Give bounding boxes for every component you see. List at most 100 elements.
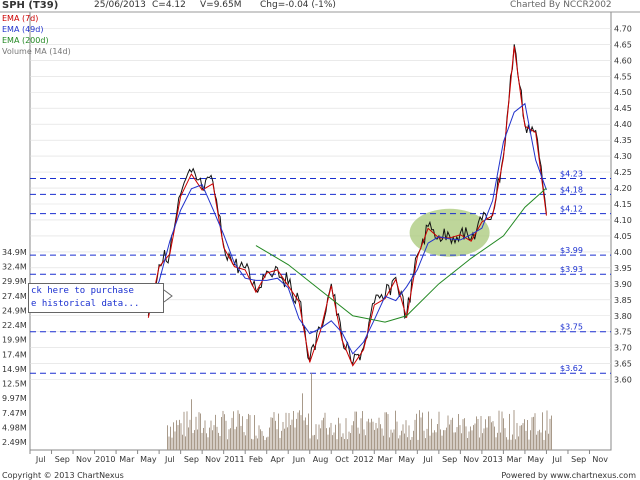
price-tick-label: 4.25: [614, 168, 632, 177]
volume-bar: [546, 410, 548, 450]
volume-bar: [423, 430, 425, 450]
volume-bar: [267, 436, 269, 450]
volume-bar: [221, 417, 222, 450]
chart-window: 4.70 4.65 4.60 4.55 4.50 4.45 4.40 4.35 4.30 4.25…: [0, 0, 640, 480]
volume-bar: [230, 428, 231, 450]
volume-bar: [390, 429, 392, 450]
x-tick-label: Feb: [249, 455, 263, 464]
volume-bar: [374, 429, 375, 450]
volume-bar: [329, 427, 330, 450]
purchase-link-line2: e historical data...: [31, 299, 140, 309]
volume-bar: [425, 438, 426, 450]
price-tick-label: 4.15: [614, 200, 632, 209]
volume-bar: [465, 426, 467, 450]
volume-bar: [339, 423, 341, 450]
volume-bar: [536, 434, 537, 450]
price-tick-label: 3.85: [614, 296, 632, 305]
volume-tick-label: 22.4M: [2, 321, 27, 330]
price-tick-label: 3.70: [614, 344, 632, 353]
volume-bar: [516, 423, 518, 450]
volume-bar: [447, 415, 449, 450]
volume-bar: [459, 425, 461, 450]
volume-bar: [282, 421, 284, 450]
volume-tick-label: 12.5M: [2, 380, 27, 389]
volume-bar: [216, 426, 218, 450]
volume-bar: [327, 434, 329, 450]
volume-bar: [177, 425, 179, 450]
volume-bar: [486, 427, 488, 450]
volume-bar: [194, 430, 195, 450]
volume-bar: [543, 439, 545, 450]
volume-bar: [438, 411, 440, 450]
volume-bar: [332, 435, 333, 450]
volume-bar: [387, 414, 389, 450]
volume-bar: [258, 425, 260, 450]
volume-bar: [540, 432, 542, 450]
x-tick-label: Sep: [442, 455, 457, 464]
volume-bar: [512, 434, 513, 450]
volume-bar: [393, 429, 395, 450]
volume-bar: [354, 411, 356, 450]
volume-bar: [300, 415, 302, 450]
price-tick-label: 4.05: [614, 232, 632, 241]
volume-bar: [434, 430, 435, 450]
volume-bar: [474, 423, 476, 450]
volume-bar: [222, 410, 224, 450]
volume-bar: [545, 430, 546, 450]
volume-bar: [212, 430, 213, 450]
volume-bar: [369, 422, 371, 450]
volume-bar: [548, 433, 549, 450]
x-tick-label: Nov: [463, 455, 479, 464]
volume-bar: [276, 429, 278, 450]
volume-bar: [464, 418, 465, 450]
support-label: $3.75: [560, 323, 583, 332]
volume-bar: [422, 412, 423, 450]
volume-tick-label: 9.97M: [2, 394, 27, 403]
volume-bar: [321, 420, 323, 450]
volume-bar: [353, 421, 354, 450]
legend-ema-7: EMA (7d): [2, 14, 39, 23]
volume-bar: [183, 411, 185, 450]
price-tick-label: 4.50: [614, 88, 632, 97]
volume-bar: [504, 428, 506, 450]
x-tick-label: Apr: [271, 455, 286, 464]
volume-bar: [308, 413, 309, 450]
volume-bar: [381, 428, 383, 450]
volume-bar: [357, 427, 359, 450]
volume-bar: [173, 422, 174, 450]
volume-bar: [360, 418, 362, 450]
volume-bar: [191, 399, 192, 450]
volume-bar: [297, 412, 299, 450]
volume-bar: [200, 413, 201, 450]
volume-bar: [524, 419, 525, 450]
volume-bar: [242, 416, 243, 450]
volume-bar: [501, 411, 503, 450]
volume-bar: [263, 435, 264, 450]
volume-bar: [270, 417, 272, 450]
volume-bar: [168, 436, 170, 450]
volume-bar: [416, 413, 417, 450]
volume-bar: [170, 426, 171, 450]
volume-bar: [518, 436, 519, 450]
volume-bar: [324, 412, 326, 450]
volume-tick-label: 24.9M: [2, 306, 27, 315]
volume-bar: [491, 422, 492, 450]
volume-bar: [350, 433, 351, 450]
volume-bar: [488, 416, 489, 450]
chart-credit: Charted By NCCR2002: [510, 0, 612, 10]
volume-bar: [224, 414, 225, 450]
x-tick-label: Jul: [422, 455, 433, 464]
purchase-data-link[interactable]: ck here to purchase e historical data...: [28, 283, 164, 313]
volume-bar: [366, 421, 368, 450]
volume-bar: [182, 434, 183, 450]
volume-bar: [294, 427, 296, 450]
volume-bar: [395, 410, 396, 450]
volume-bar: [189, 419, 191, 450]
volume-bar: [351, 425, 353, 450]
volume-bar: [539, 429, 540, 450]
volume-bar: [401, 430, 402, 450]
volume-bar: [449, 424, 450, 450]
price-tick-label: 4.00: [614, 248, 632, 257]
volume-tick-label: 34.9M: [2, 248, 27, 257]
volume-bar: [239, 413, 240, 450]
